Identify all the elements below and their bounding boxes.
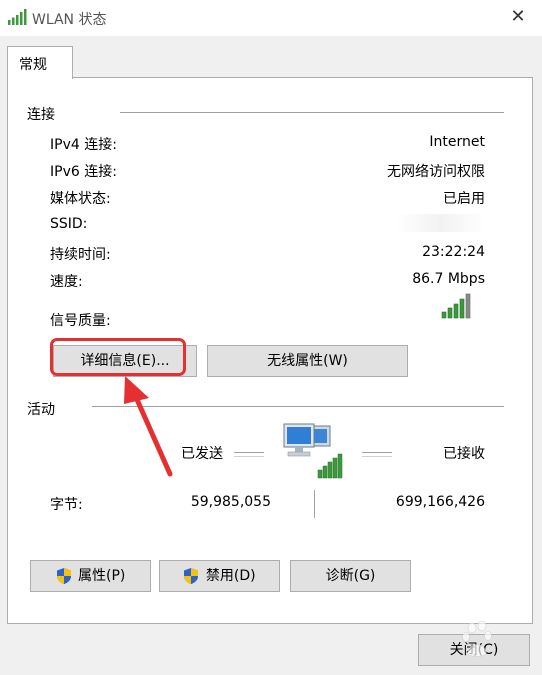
sent-line	[234, 452, 264, 457]
ipv4-label: IPv4 连接:	[50, 137, 117, 153]
ssid-label: SSID:	[50, 216, 88, 232]
diagnose-button-label: 诊断(G)	[325, 568, 376, 584]
disable-button-label: 禁用(D)	[205, 568, 256, 584]
uac-shield-icon	[56, 568, 71, 584]
duration-label: 持续时间:	[50, 247, 111, 263]
activity-divider	[92, 406, 504, 407]
bytes-received-value: 699,166,426	[395, 494, 485, 510]
close-window-icon[interactable]: ✕	[506, 5, 530, 29]
signal-strength-icon	[441, 293, 471, 319]
window-title: WLAN 状态	[32, 12, 107, 28]
baidu-watermark-logo	[462, 620, 492, 657]
disable-button[interactable]: 禁用(D)	[159, 560, 280, 592]
speed-label: 速度:	[50, 274, 83, 290]
speed-value: 86.7 Mbps	[412, 271, 485, 287]
highlight-box	[50, 338, 186, 376]
properties-button-label: 属性(P)	[78, 568, 126, 584]
bytes-divider	[314, 490, 315, 518]
ipv6-value: 无网络访问权限	[387, 164, 485, 180]
duration-value: 23:22:24	[422, 244, 485, 260]
tab-general[interactable]: 常规	[7, 46, 73, 79]
signal-quality-label: 信号质量:	[50, 313, 111, 329]
title-bar[interactable]: WLAN 状态 ✕	[0, 0, 542, 36]
received-line	[362, 452, 392, 457]
wireless-properties-button[interactable]: 无线属性(W)	[207, 345, 408, 377]
wifi-signal-icon	[8, 9, 27, 25]
tab-general-label: 常规	[19, 57, 47, 73]
activity-group-title: 活动	[27, 402, 55, 418]
media-state-value: 已启用	[443, 191, 485, 207]
diagnose-button[interactable]: 诊断(G)	[290, 560, 411, 592]
wireless-properties-label: 无线属性(W)	[267, 353, 348, 369]
properties-button[interactable]: 属性(P)	[30, 560, 151, 592]
bytes-label: 字节:	[50, 497, 83, 513]
bytes-sent-value: 59,985,055	[190, 494, 271, 510]
connection-group-title: 连接	[27, 107, 55, 123]
ssid-value-redacted	[396, 214, 486, 232]
media-state-label: 媒体状态:	[50, 191, 111, 207]
ipv4-value: Internet	[429, 134, 485, 150]
received-label: 已接收	[443, 446, 485, 462]
sent-label: 已发送	[181, 446, 223, 462]
connection-divider	[120, 112, 504, 113]
ipv6-label: IPv6 连接:	[50, 164, 117, 180]
uac-shield-icon	[184, 568, 199, 584]
network-computers-icon	[283, 423, 343, 479]
